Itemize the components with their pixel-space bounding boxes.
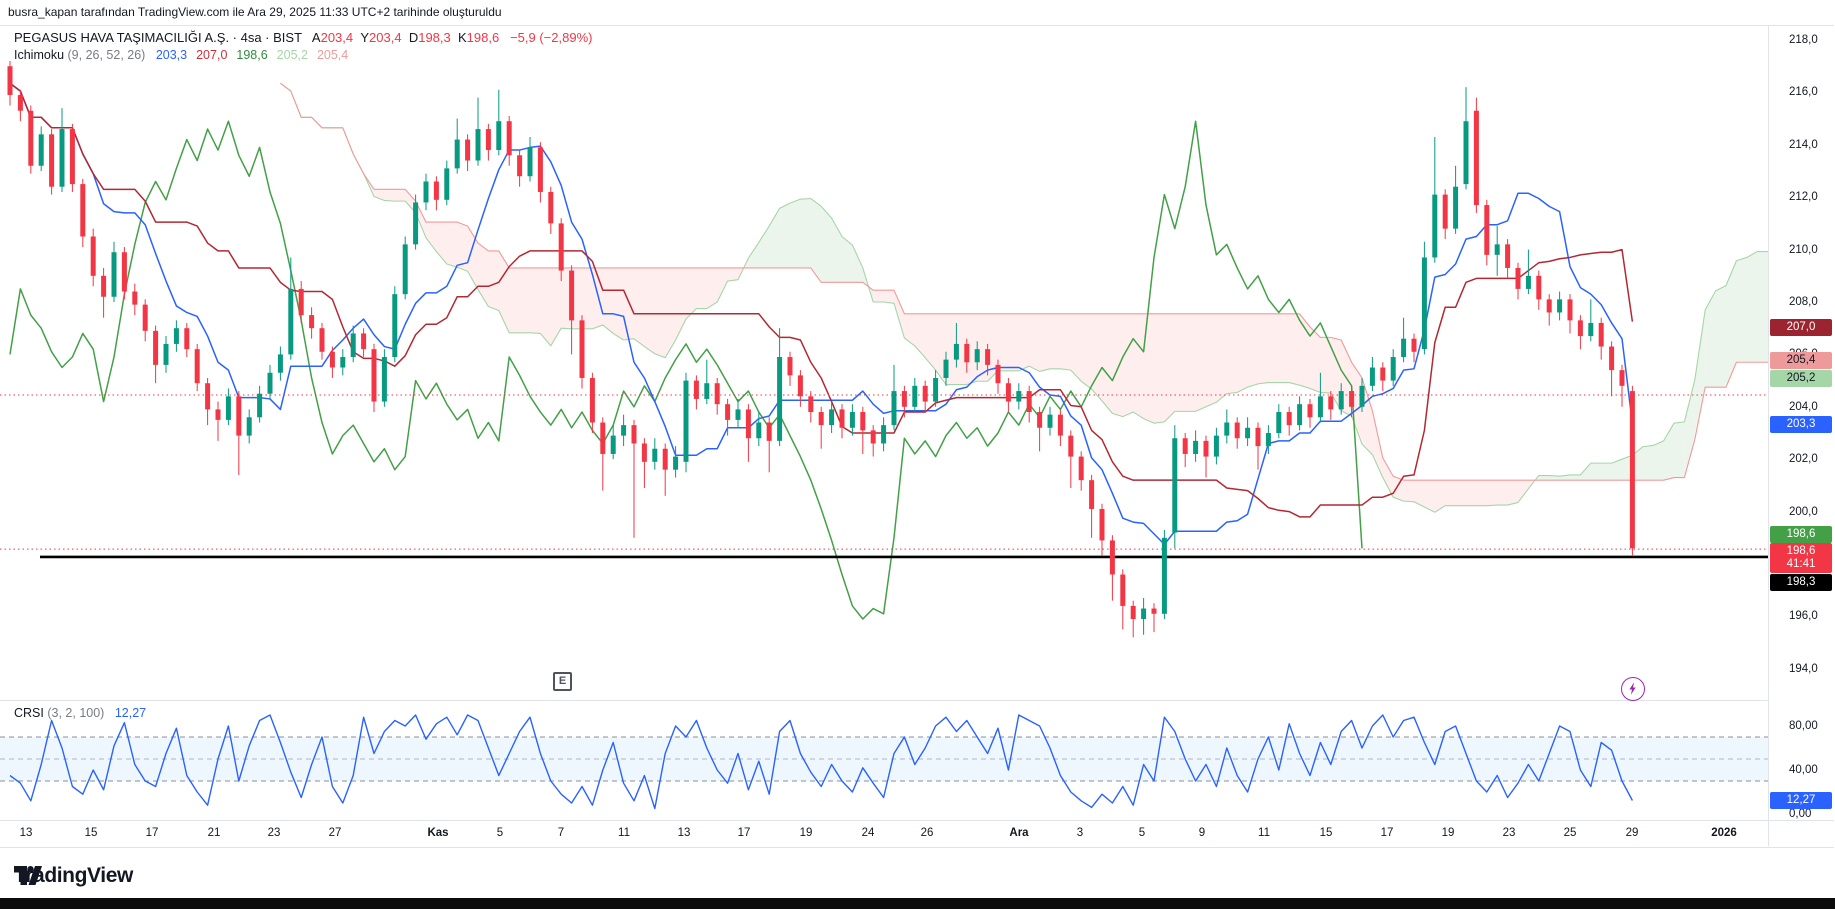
price-badge: 198,3 — [1770, 574, 1832, 591]
price-badge: 207,0 — [1770, 319, 1832, 336]
lightning-glyph — [1622, 678, 1643, 699]
pane-separator[interactable] — [0, 700, 1768, 701]
indicator-legend-row[interactable]: Ichimoku (9, 26, 52, 26) 203,3 207,0 198,6… — [14, 47, 592, 64]
time-axis-label: 21 — [208, 827, 221, 839]
price-badge: 198,6 — [1770, 526, 1832, 543]
ohlc-values: A203,4 Y203,4 D198,3 K198,6 — [312, 30, 507, 45]
price-axis-label: 200,0 — [1789, 506, 1818, 518]
indicator-value: 198,6 — [236, 48, 267, 62]
crsi-legend[interactable]: CRSI (3, 2, 100) 12,27 — [14, 706, 146, 720]
crsi-value-badge: 12,27 — [1770, 792, 1832, 809]
time-axis-label: 19 — [1442, 827, 1455, 839]
time-axis-separator — [0, 820, 1834, 821]
time-axis-label: 25 — [1564, 827, 1577, 839]
indicator-value: 207,0 — [196, 48, 227, 62]
time-axis-label: 24 — [862, 827, 875, 839]
price-axis-label: 202,0 — [1789, 453, 1818, 465]
bottom-black-bar — [0, 898, 1835, 909]
crsi-axis-label: 80,00 — [1789, 720, 1818, 732]
crsi-axis-label: 40,00 — [1789, 764, 1818, 776]
crsi-params: (3, 2, 100) — [47, 706, 104, 720]
crsi-name[interactable]: CRSI — [14, 706, 44, 720]
price-axis-label: 194,0 — [1789, 663, 1818, 675]
indicator-value: 205,2 — [277, 48, 308, 62]
time-axis-label: 9 — [1199, 827, 1205, 839]
time-axis-label: 11 — [618, 827, 630, 839]
tradingview-logo[interactable]: TradingView — [14, 864, 133, 888]
time-axis-label: 3 — [1077, 827, 1083, 839]
indicator-values: 203,3 207,0 198,6 205,2 205,4 — [156, 48, 357, 62]
ohlc-item: Y203,4 — [360, 30, 408, 45]
tradingview-chart-window: busra_kapan tarafından TradingView.com i… — [0, 0, 1835, 909]
ohlc-item: D198,3 — [409, 30, 458, 45]
time-axis-label: Ara — [1009, 827, 1028, 839]
time-axis-label: 17 — [738, 827, 751, 839]
ohlc-item: K198,6 — [458, 30, 506, 45]
price-badge: 205,4 — [1770, 352, 1832, 369]
time-axis-label: 5 — [1139, 827, 1145, 839]
time-axis-label: 23 — [268, 827, 281, 839]
time-axis-label: 2026 — [1711, 827, 1737, 839]
symbol-legend[interactable]: PEGASUS HAVA TAŞIMACILIĞI A.Ş. · 4sa · B… — [14, 29, 592, 64]
price-axis-label: 210,0 — [1789, 244, 1818, 256]
time-axis-label: 17 — [146, 827, 159, 839]
tradingview-logo-icon — [14, 866, 42, 886]
price-axis-label: 218,0 — [1789, 34, 1818, 46]
time-axis-label: 26 — [921, 827, 934, 839]
time-axis-label: 5 — [497, 827, 503, 839]
ohlc-item: A203,4 — [312, 30, 360, 45]
symbol-legend-row[interactable]: PEGASUS HAVA TAŞIMACILIĞI A.Ş. · 4sa · B… — [14, 29, 592, 46]
attribution-text: busra_kapan tarafından TradingView.com i… — [8, 5, 502, 19]
price-axis-label: 214,0 — [1789, 139, 1818, 151]
time-axis-label: 7 — [558, 827, 564, 839]
time-axis-label: 23 — [1503, 827, 1516, 839]
crsi-value: 12,27 — [115, 706, 146, 720]
indicator-params: (9, 26, 52, 26) — [68, 48, 146, 62]
main-chart-canvas[interactable] — [0, 25, 1768, 700]
earnings-marker[interactable]: E — [553, 672, 572, 691]
price-badge: 203,3 — [1770, 416, 1832, 433]
price-badge: 198,641:41 — [1770, 543, 1832, 573]
time-axis-label: 15 — [85, 827, 98, 839]
time-axis-label: Kas — [427, 827, 448, 839]
time-axis-label: 15 — [1320, 827, 1333, 839]
crsi-chart-canvas[interactable] — [0, 700, 1768, 820]
crsi-axis-label: 0,00 — [1789, 808, 1811, 820]
price-badge: 205,2 — [1770, 370, 1832, 387]
time-axis-label: 27 — [329, 827, 342, 839]
indicator-name[interactable]: Ichimoku — [14, 48, 64, 62]
indicator-value: 205,4 — [317, 48, 348, 62]
price-axis-label: 212,0 — [1789, 191, 1818, 203]
price-axis-label: 196,0 — [1789, 610, 1818, 622]
symbol-title[interactable]: PEGASUS HAVA TAŞIMACILIĞI A.Ş. · 4sa · B… — [14, 30, 302, 45]
price-axis-label: 204,0 — [1789, 401, 1818, 413]
time-axis-label: 11 — [1258, 827, 1270, 839]
indicator-value: 203,3 — [156, 48, 187, 62]
change-value: −5,9 (−2,89%) — [510, 30, 592, 45]
time-axis-label: 29 — [1626, 827, 1639, 839]
price-axis-separator — [1768, 25, 1769, 846]
time-axis-label: 13 — [678, 827, 691, 839]
time-axis-label: 19 — [800, 827, 813, 839]
price-axis-label: 216,0 — [1789, 86, 1818, 98]
time-axis-label: 17 — [1381, 827, 1394, 839]
time-axis-label: 13 — [20, 827, 33, 839]
bar-replay-lightning-icon[interactable] — [1621, 677, 1645, 701]
price-axis-label: 208,0 — [1789, 296, 1818, 308]
